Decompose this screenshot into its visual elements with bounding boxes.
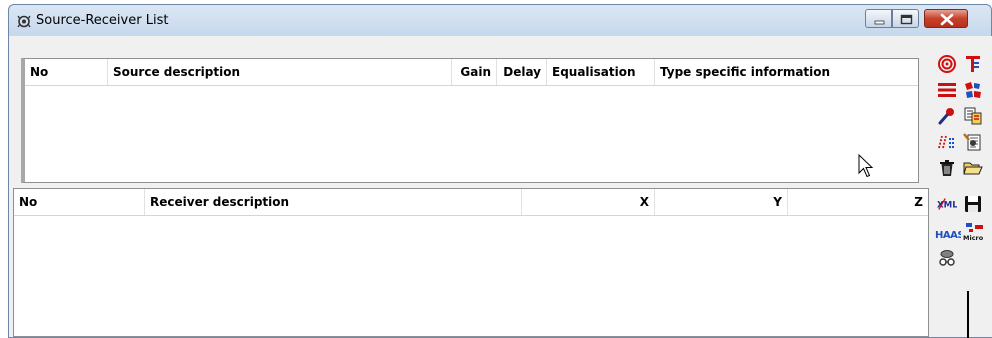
micro-icon[interactable]: Micro [963,222,987,242]
column-header-delay[interactable]: Delay [497,59,547,85]
column-header-receiver-description[interactable]: Receiver description [145,189,522,215]
title-bar[interactable]: Source-Receiver List [9,5,991,37]
grid-icon[interactable] [963,80,983,100]
glasses-icon[interactable] [937,248,957,268]
lines-icon[interactable] [937,80,957,100]
xml-icon[interactable]: XML [937,194,957,214]
column-header-equalisation[interactable]: Equalisation [547,59,655,85]
xml-text: XML [937,201,957,211]
receiver-table-header: No Receiver description X Y Z [14,189,928,216]
close-icon [940,13,954,26]
micro-text: Micro [963,234,984,242]
window-title: Source-Receiver List [36,13,169,28]
source-list-icon[interactable] [963,54,983,74]
maximize-button[interactable] [892,9,919,28]
minimize-button[interactable] [865,9,892,28]
column-header-no[interactable]: No [25,59,108,85]
minimize-icon [874,20,885,25]
haas-text: HAAS [935,230,961,241]
target-icon[interactable] [937,54,957,74]
text-cursor-line [967,291,969,338]
source-receiver-window: Source-Receiver List No Source descripti… [8,4,992,338]
close-button[interactable] [924,9,968,28]
maximize-icon [900,14,913,25]
column-header-type-specific[interactable]: Type specific information [655,59,918,85]
copy-icon[interactable] [963,106,983,126]
edit-icon[interactable] [963,132,983,152]
column-header-z[interactable]: Z [788,189,928,215]
column-header-no[interactable]: No [14,189,145,215]
receiver-list[interactable]: No Receiver description X Y Z [13,188,929,337]
client-area: No Source description Gain Delay Equalis… [9,36,931,337]
column-header-gain[interactable]: Gain [452,59,497,85]
side-toolbar: XML HAAS Micro [931,36,992,337]
save-icon[interactable] [963,194,983,214]
source-table-header: No Source description Gain Delay Equalis… [25,59,918,86]
haas-icon[interactable]: HAAS [935,222,961,242]
column-header-y[interactable]: Y [655,189,788,215]
column-header-x[interactable]: X [522,189,655,215]
mouse-cursor-icon [858,154,874,178]
trash-icon[interactable] [937,158,957,178]
source-list[interactable]: No Source description Gain Delay Equalis… [21,58,919,183]
column-header-source-description[interactable]: Source description [108,59,452,85]
folder-open-icon[interactable] [963,158,983,178]
dots-icon[interactable] [937,132,957,152]
microphone-icon[interactable] [937,106,957,126]
app-icon [17,15,31,28]
